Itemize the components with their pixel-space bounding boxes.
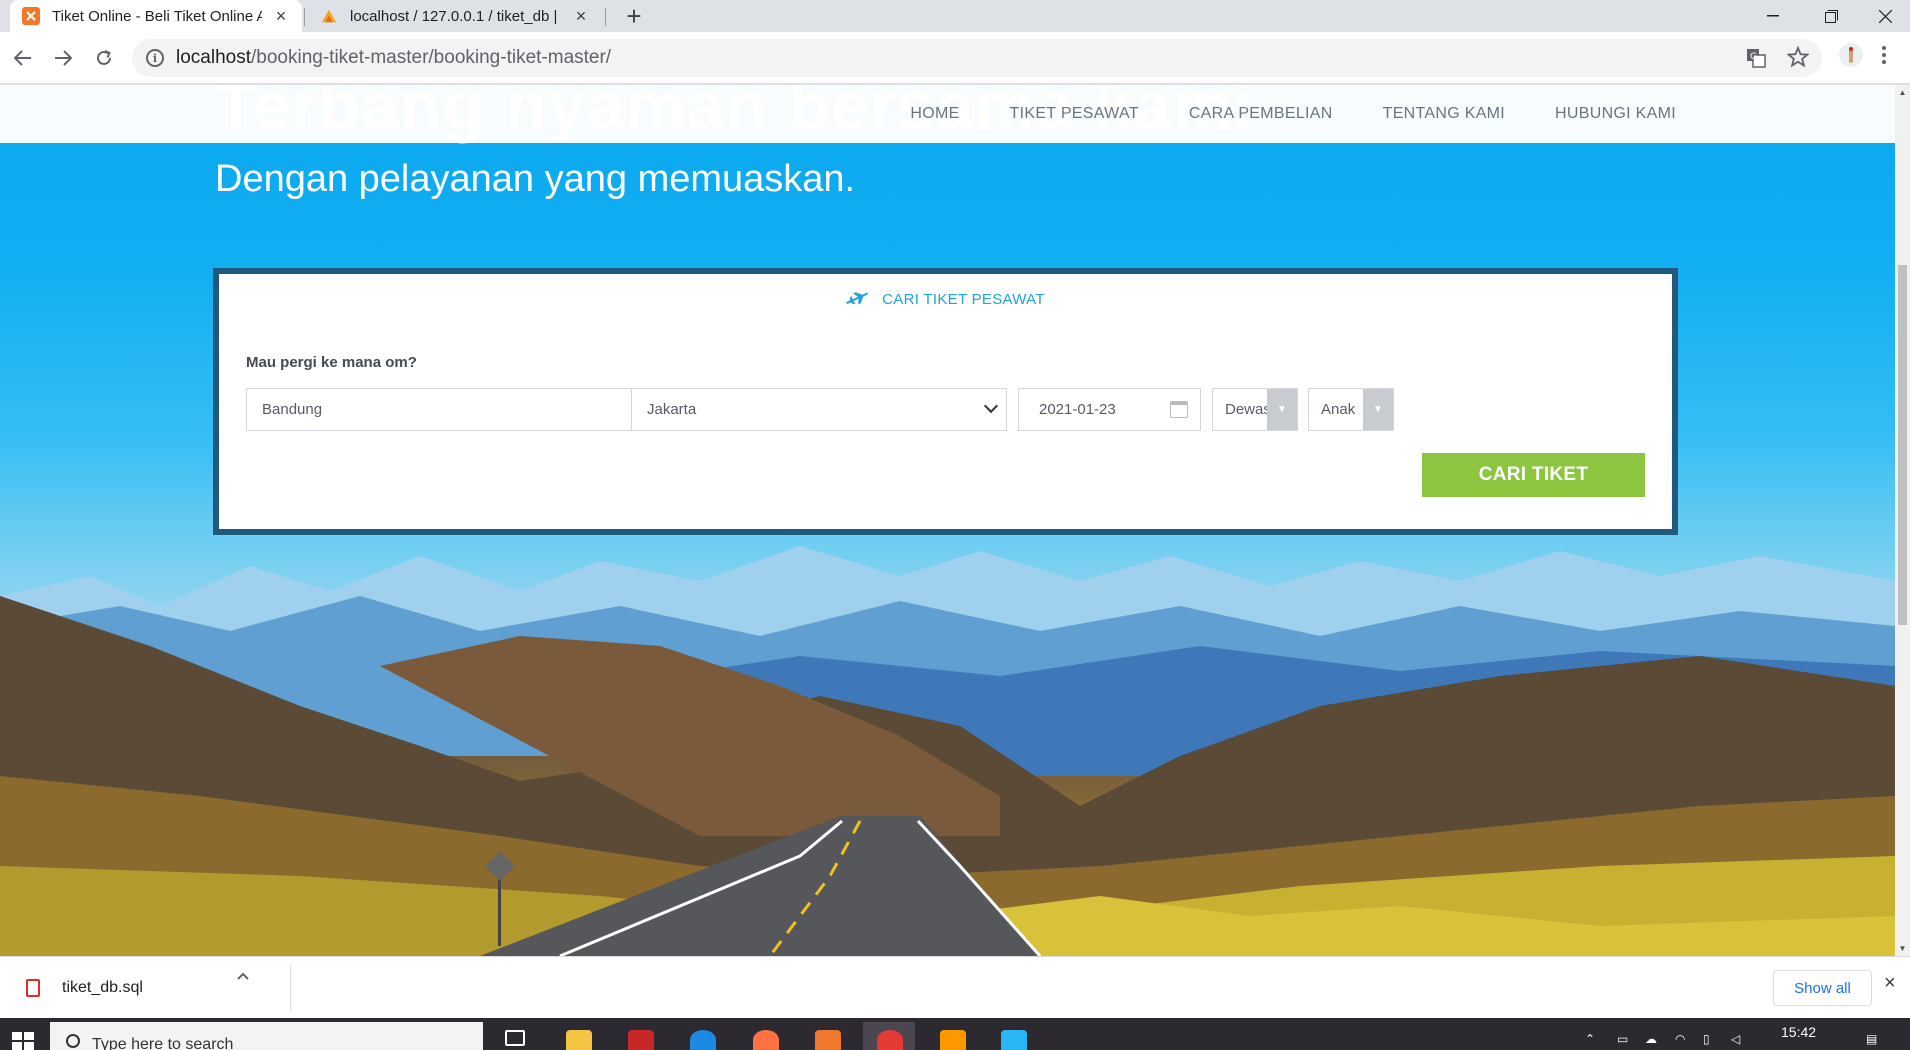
close-window-icon[interactable] <box>1856 0 1910 32</box>
search-icon <box>66 1034 80 1048</box>
date-input[interactable]: 2021-01-23 <box>1018 388 1201 431</box>
tray-wifi-icon[interactable]: ◠ <box>1675 1032 1685 1046</box>
search-card-heading: CARI TIKET PESAWAT <box>219 288 1672 311</box>
hero-tagline: Dengan pelayanan yang memuaskan. <box>215 158 856 200</box>
url-host: localhost <box>176 47 251 68</box>
close-tab-icon[interactable]: × <box>272 6 290 27</box>
photos-icon[interactable] <box>1001 1030 1027 1050</box>
phpmyadmin-favicon-icon <box>320 7 338 25</box>
firefox-icon[interactable] <box>753 1030 779 1050</box>
file-explorer-icon[interactable] <box>566 1030 592 1050</box>
show-all-downloads-button[interactable]: Show all <box>1773 970 1872 1006</box>
landscape-illustration <box>0 546 1895 956</box>
scroll-up-icon[interactable]: ▲ <box>1895 85 1910 100</box>
taskbar-search-box[interactable]: Type here to search <box>50 1022 483 1050</box>
tray-cloud-icon[interactable]: ☁ <box>1645 1032 1657 1046</box>
date-value: 2021-01-23 <box>1039 401 1116 418</box>
scroll-down-icon[interactable]: ▼ <box>1895 941 1910 956</box>
task-view-icon[interactable] <box>505 1030 525 1046</box>
origin-value: Bandung <box>262 401 323 418</box>
nav-hubungi-kami[interactable]: HUBUNGI KAMI <box>1555 105 1676 123</box>
download-filename: tiket_db.sql <box>62 979 143 996</box>
address-bar[interactable]: i localhost/booking-tiket-master/booking… <box>132 39 1822 77</box>
new-tab-button[interactable]: + <box>620 2 648 30</box>
windows-start-icon[interactable] <box>12 1032 34 1050</box>
taskbar-search-placeholder: Type here to search <box>92 1036 234 1050</box>
tab-divider <box>304 8 305 26</box>
adults-select[interactable]: Dewasa ▼ <box>1212 388 1298 431</box>
tab-tiket-online[interactable]: Tiket Online - Beli Tiket Online Ajak × <box>10 0 302 32</box>
main-nav: HOME TIKET PESAWAT CARA PEMBELIAN TENTAN… <box>860 85 1676 143</box>
translate-icon[interactable]: G <box>1746 48 1766 74</box>
nav-cara-pembelian[interactable]: CARA PEMBELIAN <box>1189 105 1333 123</box>
dropdown-arrow-icon: ▼ <box>1363 389 1393 430</box>
airplane-icon <box>842 284 873 315</box>
back-arrow-icon[interactable] <box>7 42 39 74</box>
children-value: Anak <box>1321 401 1356 418</box>
download-divider <box>290 965 291 1011</box>
xampp-icon[interactable] <box>815 1030 841 1050</box>
page-viewport: Terbang nyaman bersama kami HOME TIKET P… <box>0 85 1895 956</box>
children-select[interactable]: Anak ▼ <box>1308 388 1394 431</box>
svg-text:G: G <box>1750 52 1757 62</box>
nav-tiket-pesawat[interactable]: TIKET PESAWAT <box>1010 105 1139 123</box>
restore-icon[interactable] <box>1802 0 1860 32</box>
search-ticket-button[interactable]: CARI TIKET <box>1422 453 1645 497</box>
dropdown-arrow-icon: ▼ <box>1267 389 1297 430</box>
scroll-thumb[interactable] <box>1898 265 1907 625</box>
close-tab-icon[interactable]: × <box>572 6 590 27</box>
minimize-icon[interactable] <box>1744 0 1802 32</box>
bookmark-star-icon[interactable] <box>1786 45 1810 74</box>
chevron-up-icon[interactable] <box>237 967 249 985</box>
windows-taskbar: Type here to search ⌃ ▭ ☁ ◠ ▯ ◁ 15:42 ▤ <box>0 1018 1910 1050</box>
nav-tentang-kami[interactable]: TENTANG KAMI <box>1383 105 1505 123</box>
download-item[interactable]: tiket_db.sql <box>18 965 290 1011</box>
tray-device-icon[interactable]: ▭ <box>1617 1032 1628 1046</box>
tab-title: localhost / 127.0.0.1 / tiket_db | php <box>350 7 562 25</box>
tab-phpmyadmin[interactable]: localhost / 127.0.0.1 / tiket_db | php × <box>308 0 602 32</box>
tab-strip: Tiket Online - Beli Tiket Online Ajak × … <box>0 0 1910 32</box>
search-card-title: CARI TIKET PESAWAT <box>882 291 1045 308</box>
close-download-bar-icon[interactable]: × <box>1884 972 1896 995</box>
profile-avatar-icon[interactable] <box>1838 42 1864 74</box>
forward-arrow-icon[interactable] <box>47 42 79 74</box>
calendar-icon <box>1170 401 1188 418</box>
chevron-down-icon <box>983 398 999 414</box>
destination-value: Jakarta <box>647 401 697 418</box>
search-card: CARI TIKET PESAWAT Mau pergi ke mana om?… <box>213 268 1678 535</box>
tab-title: Tiket Online - Beli Tiket Online Ajak <box>52 7 262 25</box>
reload-icon[interactable] <box>88 42 120 74</box>
destination-question: Mau pergi ke mana om? <box>246 354 417 371</box>
page-scrollbar[interactable]: ▲ ▼ <box>1895 85 1910 956</box>
app-icon[interactable] <box>628 1030 654 1050</box>
notification-icon[interactable]: ▤ <box>1866 1032 1877 1046</box>
browser-menu-icon[interactable] <box>1882 46 1886 70</box>
download-bar: tiket_db.sql Show all × <box>0 956 1910 1018</box>
browser-toolbar: i localhost/booking-tiket-master/booking… <box>0 32 1910 84</box>
taskbar-clock[interactable]: 15:42 <box>1781 1024 1816 1040</box>
edge-icon[interactable] <box>690 1030 716 1050</box>
tray-chevron-up-icon[interactable]: ⌃ <box>1585 1032 1595 1046</box>
nav-home[interactable]: HOME <box>910 105 959 123</box>
file-icon <box>26 979 40 997</box>
xampp-favicon-icon <box>22 7 40 25</box>
site-info-icon[interactable]: i <box>146 49 164 67</box>
sublime-icon[interactable] <box>940 1030 966 1050</box>
url-path: /booking-tiket-master/booking-tiket-mast… <box>251 47 612 68</box>
destination-select[interactable]: Jakarta <box>631 388 1007 431</box>
tab-divider <box>605 8 606 26</box>
chrome-icon[interactable] <box>877 1030 903 1050</box>
tray-volume-icon[interactable]: ◁ <box>1731 1032 1740 1046</box>
tray-battery-icon[interactable]: ▯ <box>1703 1032 1710 1046</box>
